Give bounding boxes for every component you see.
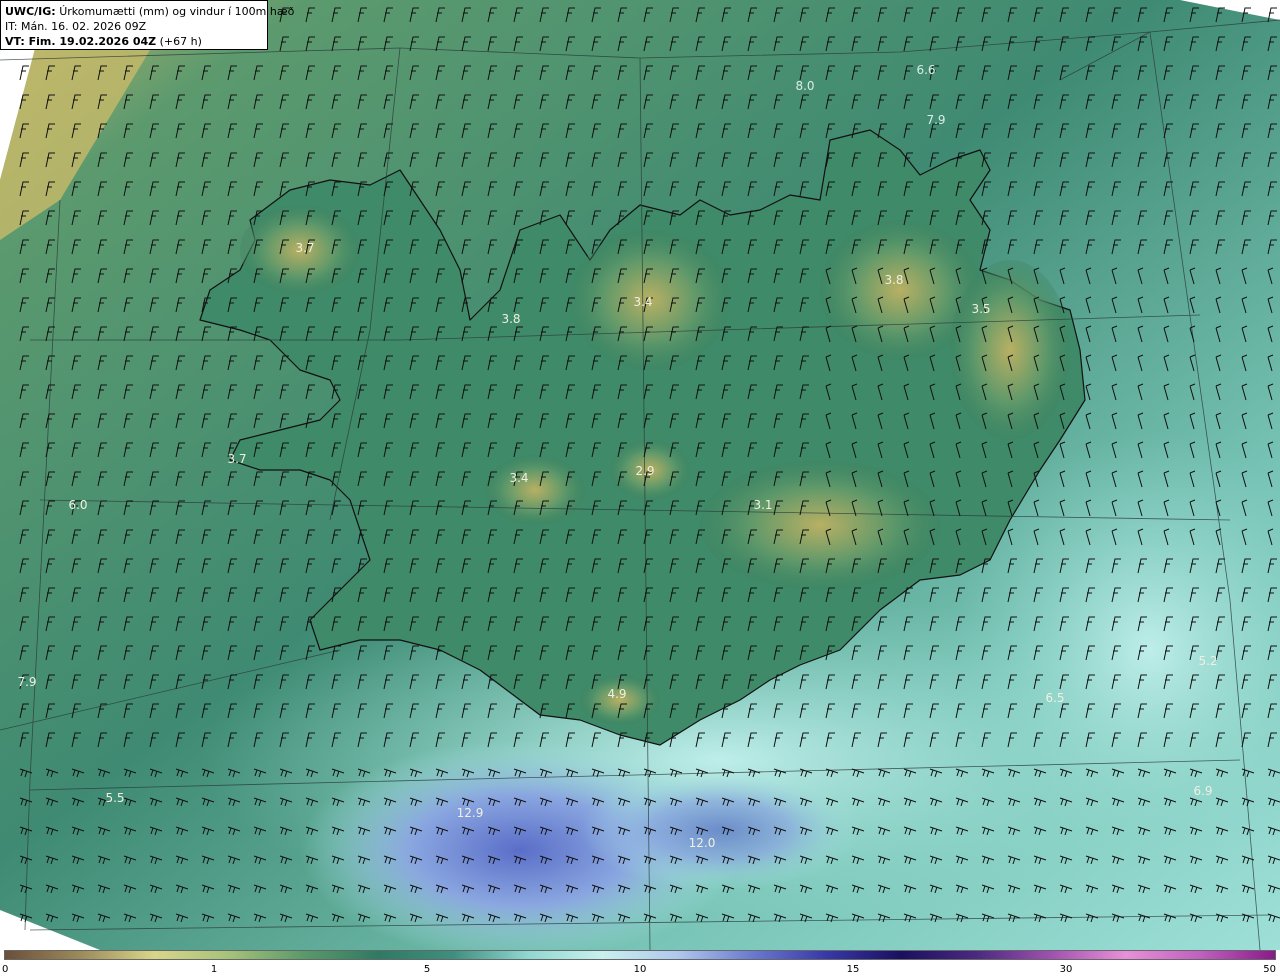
map-title-box: UWC/IG: Úrkomumætti (mm) og vindur í 100… xyxy=(0,0,294,50)
model-label: UWC/IG: xyxy=(5,5,56,18)
value-label: 12.9 xyxy=(457,806,484,820)
value-label: 2.9 xyxy=(635,464,654,478)
value-label: 6.0 xyxy=(68,498,87,512)
colorbar-tick: 0 xyxy=(2,964,9,975)
value-label: 8.0 xyxy=(795,79,814,93)
highland-vatnajokull xyxy=(700,460,940,590)
initial-time: IT: Mán. 16. 02. 2026 09Z xyxy=(5,20,147,33)
colorbar xyxy=(4,950,1276,960)
value-label: 3.7 xyxy=(295,241,314,255)
colorbar-tick: 10 xyxy=(633,964,647,975)
value-label: 6.6 xyxy=(916,63,935,77)
title-line-1: UWC/IG: Úrkomumætti (mm) og vindur í 100… xyxy=(5,4,294,19)
value-label: 6.9 xyxy=(1193,784,1212,798)
value-label: 3.4 xyxy=(509,471,528,485)
value-label: 5.5 xyxy=(105,791,124,805)
value-label: 3.4 xyxy=(633,295,652,309)
field-description: Úrkomumætti (mm) og vindur í 100m hæð xyxy=(59,5,295,18)
colorbar-tick: 50 xyxy=(1263,964,1276,975)
title-line-3: VT: Fim. 19.02.2026 04Z (+67 h) xyxy=(5,34,263,49)
value-label: 12.0 xyxy=(689,836,716,850)
value-label: 3.8 xyxy=(884,273,903,287)
value-label: 7.9 xyxy=(926,113,945,127)
highland-east xyxy=(950,260,1070,440)
value-label: 3.7 xyxy=(227,452,246,466)
colorbar-tick: 15 xyxy=(846,964,860,975)
colorbar-tick: 1 xyxy=(210,964,218,975)
highland-langjokull xyxy=(485,455,585,525)
heavy-precip-area-2 xyxy=(580,770,860,890)
value-label: 6.5 xyxy=(1045,691,1064,705)
value-label: 3.8 xyxy=(501,312,520,326)
colorbar-tick: 30 xyxy=(1059,964,1073,975)
value-label: 7.9 xyxy=(17,675,36,689)
forecast-lead: (+67 h) xyxy=(159,35,202,48)
value-label: 3.5 xyxy=(971,302,990,316)
value-label: 4.9 xyxy=(607,687,626,701)
colorbar-legend: 0 1 5 10 15 30 50 xyxy=(0,950,1280,978)
valid-time: VT: Fim. 19.02.2026 04Z xyxy=(5,35,157,48)
precipitation-map: 8.0 6.6 7.9 3.7 3.4 3.8 3.5 3.8 3.7 3.4 … xyxy=(0,0,1280,950)
colorbar-tick: 5 xyxy=(423,964,431,975)
value-label: 5.2 xyxy=(1198,654,1217,668)
value-label: 3.1 xyxy=(753,498,772,512)
